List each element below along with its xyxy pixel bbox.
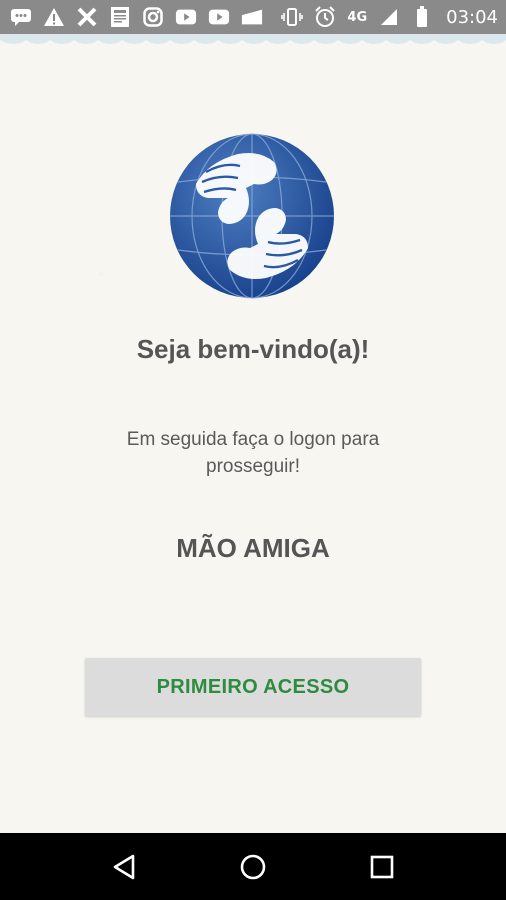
globe-hands-logo xyxy=(170,133,334,299)
home-button[interactable] xyxy=(229,843,277,891)
network-type: 4G xyxy=(347,9,368,25)
battery-icon xyxy=(411,6,433,28)
login-instruction: Em seguida faça o logon para prosseguir! xyxy=(126,429,380,477)
welcome-heading: Seja bem-vindo(a)! xyxy=(136,334,370,364)
app-name: MÃO AMIGA xyxy=(176,533,330,563)
youtube-icon xyxy=(208,6,230,28)
instagram-icon xyxy=(142,6,164,28)
home-icon xyxy=(240,854,266,879)
vibrate-icon xyxy=(281,6,304,28)
login-welcome-screen: Seja bem-vindo(a)! Em seguida faça o log… xyxy=(0,34,506,833)
back-button[interactable] xyxy=(100,843,148,891)
notification-icons xyxy=(10,6,263,28)
chat-icon xyxy=(10,6,32,28)
card-icon xyxy=(241,6,263,28)
youtube-icon xyxy=(175,6,197,28)
back-icon xyxy=(114,854,135,879)
news-icon xyxy=(109,6,131,28)
system-icons: 4G 03:04 xyxy=(281,6,498,28)
signal-icon xyxy=(378,6,400,28)
recents-icon xyxy=(370,855,393,878)
decorative-border xyxy=(0,34,506,44)
clock: 03:04 xyxy=(446,6,498,28)
alarm-icon xyxy=(314,6,336,28)
recents-button[interactable] xyxy=(358,843,406,891)
navigation-bar xyxy=(0,833,506,900)
warning-icon xyxy=(43,6,65,28)
first-access-button[interactable]: PRIMEIRO ACESSO xyxy=(85,658,421,716)
x-icon xyxy=(76,6,98,28)
status-bar: 4G 03:04 xyxy=(0,0,506,34)
